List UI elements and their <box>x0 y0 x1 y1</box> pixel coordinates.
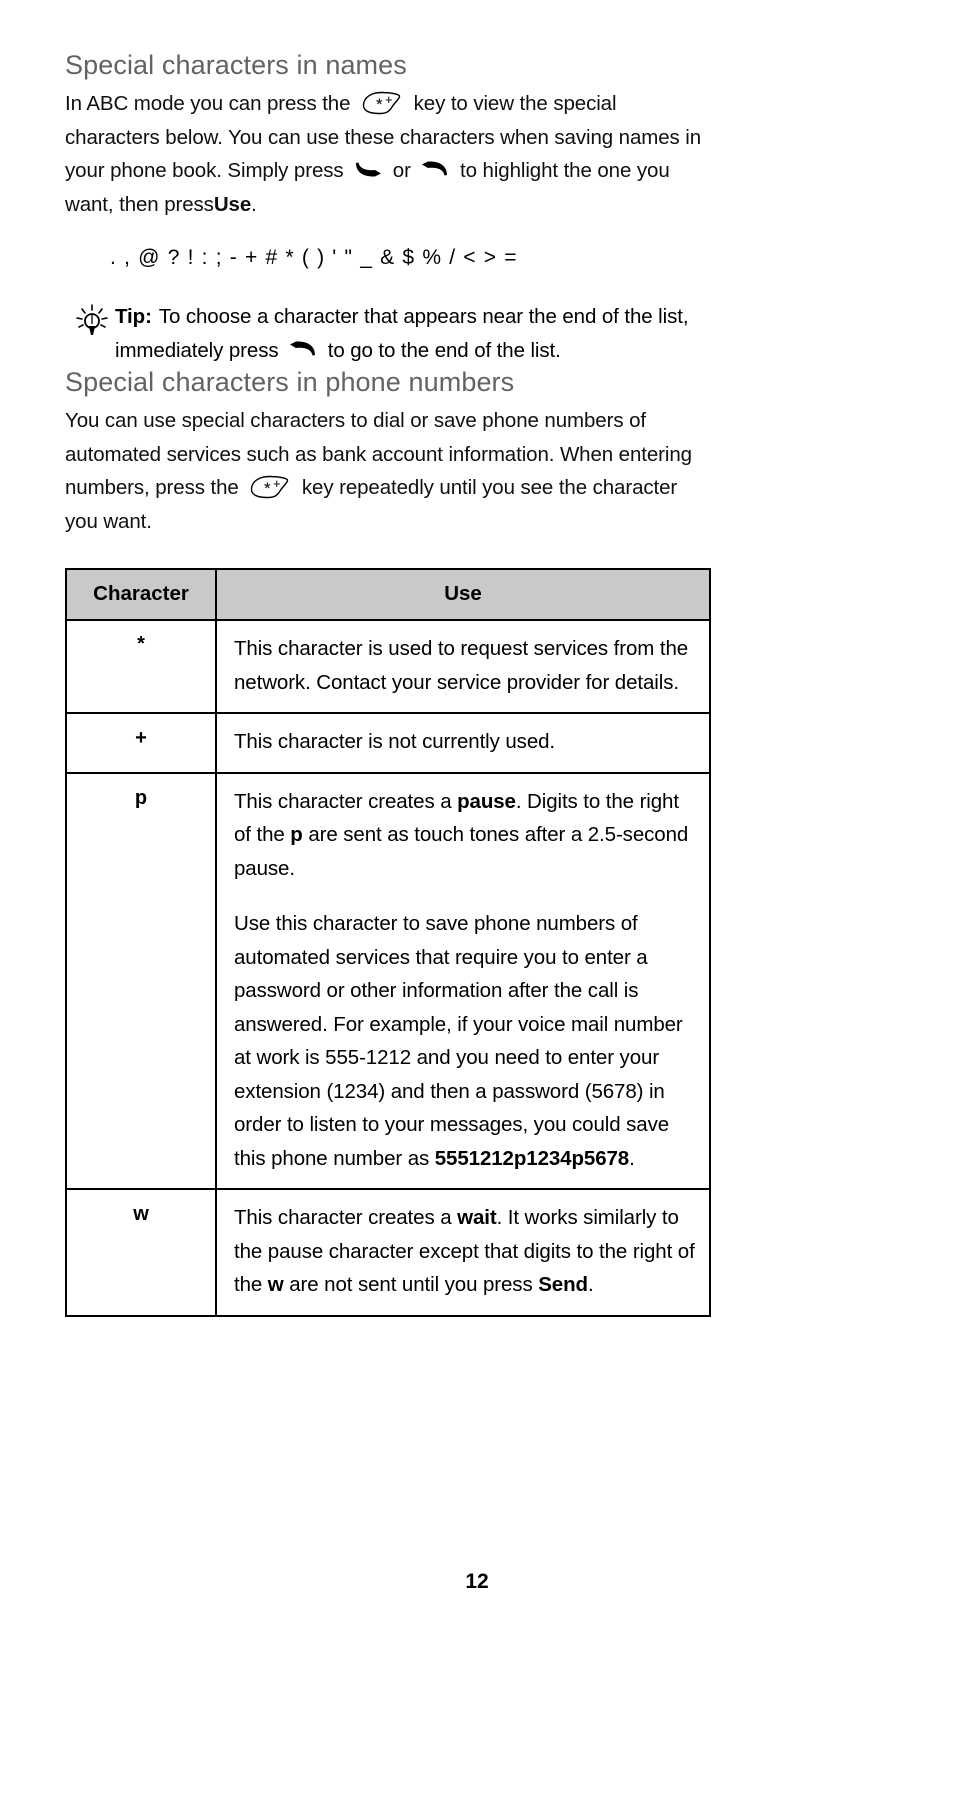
emphasized-term: Send <box>538 1273 588 1297</box>
scroll-up-arrow-icon <box>420 157 450 181</box>
emphasized-term: wait <box>457 1206 497 1230</box>
table-row: w This character creates a wait. It works… <box>65 1188 711 1317</box>
cell-paragraph: Use this character to save phone numbers… <box>234 907 695 1175</box>
text-run: . <box>587 1273 594 1297</box>
cell-character: w <box>65 1188 217 1317</box>
table-body: * This character is used to request servi… <box>65 619 711 1317</box>
lightbulb-icon <box>75 300 115 367</box>
manual-page: Special characters in names In ABC mode … <box>0 0 954 1803</box>
emphasized-term: p <box>290 823 303 847</box>
text-run: are not sent until you press <box>283 1273 539 1297</box>
text-run: . <box>629 1146 635 1170</box>
page-number: 12 <box>465 1570 489 1593</box>
scroll-down-arrow-icon <box>353 157 383 181</box>
tip-text-part-2: to go to the end of the list. <box>327 338 561 362</box>
cell-use: This character creates a wait. It works … <box>215 1188 711 1317</box>
tip-block: Tip: To choose a character that appears n… <box>75 300 713 367</box>
column-header-use: Use <box>215 568 711 622</box>
intro-paragraph-names: In ABC mode you can press the * + key to… <box>65 87 713 221</box>
text-run: This character creates a <box>234 789 458 813</box>
cell-use: This character is used to request servic… <box>215 619 711 715</box>
page-title-special-characters-in-phone-numbers: Special characters in phone numbers <box>65 367 515 398</box>
intro-text-part-5: . <box>251 192 257 216</box>
svg-text:*: * <box>264 479 271 498</box>
table-header-row: Character Use <box>65 568 711 622</box>
cell-character: + <box>65 712 217 774</box>
scroll-up-arrow-icon <box>288 337 318 361</box>
text-run: This character is not currently used. <box>234 730 556 754</box>
cell-character: * <box>65 619 217 715</box>
star-plus-key-icon: * + <box>247 474 293 500</box>
intro-text-part-1: In ABC mode you can press the <box>65 92 351 116</box>
page-title-special-characters-in-names: Special characters in names <box>65 50 407 80</box>
intro-text-part-3: or <box>392 159 411 183</box>
use-softkey-label: Use <box>213 192 252 216</box>
text-run: Use this character to save phone numbers… <box>234 912 683 1170</box>
svg-text:*: * <box>376 95 383 114</box>
special-characters-table: Character Use * This character is used to… <box>65 568 711 1317</box>
text-run: This character creates a <box>234 1206 458 1230</box>
special-character-list: . , @ ? ! : ; - + # * ( ) ' " _ & $ % / … <box>110 246 518 270</box>
emphasized-term: w <box>267 1273 284 1297</box>
cell-paragraph: This character is not currently used. <box>234 725 695 759</box>
tip-label: Tip: <box>115 305 152 329</box>
svg-text:+: + <box>385 92 393 107</box>
cell-use: This character is not currently used. <box>215 712 711 774</box>
text-run: are sent as touch tones after a 2.5-seco… <box>234 823 689 880</box>
table-row: * This character is used to request servi… <box>65 619 711 715</box>
page-content: Special characters in names In ABC mode … <box>65 50 713 1317</box>
cell-use: This character creates a pause. Digits t… <box>215 771 711 1191</box>
text-run: This character is used to request servic… <box>234 637 689 694</box>
column-header-character: Character <box>65 568 217 622</box>
table-row: p This character creates a pause. Digits … <box>65 771 711 1191</box>
intro-paragraph-phone-numbers: You can use special characters to dial o… <box>65 404 713 538</box>
emphasized-term: pause <box>457 789 516 813</box>
tip-text: Tip: To choose a character that appears n… <box>115 300 713 367</box>
table-row: + This character is not currently used. <box>65 712 711 774</box>
cell-paragraph: This character creates a wait. It works … <box>234 1201 695 1302</box>
emphasized-term: 5551212p1234p5678 <box>434 1146 630 1170</box>
cell-character: p <box>65 771 217 1191</box>
cell-paragraph: This character is used to request servic… <box>234 632 695 699</box>
svg-text:+: + <box>273 476 281 491</box>
table-head: Character Use <box>65 568 711 622</box>
star-plus-key-icon: * + <box>359 90 405 116</box>
cell-paragraph: This character creates a pause. Digits t… <box>234 785 695 886</box>
